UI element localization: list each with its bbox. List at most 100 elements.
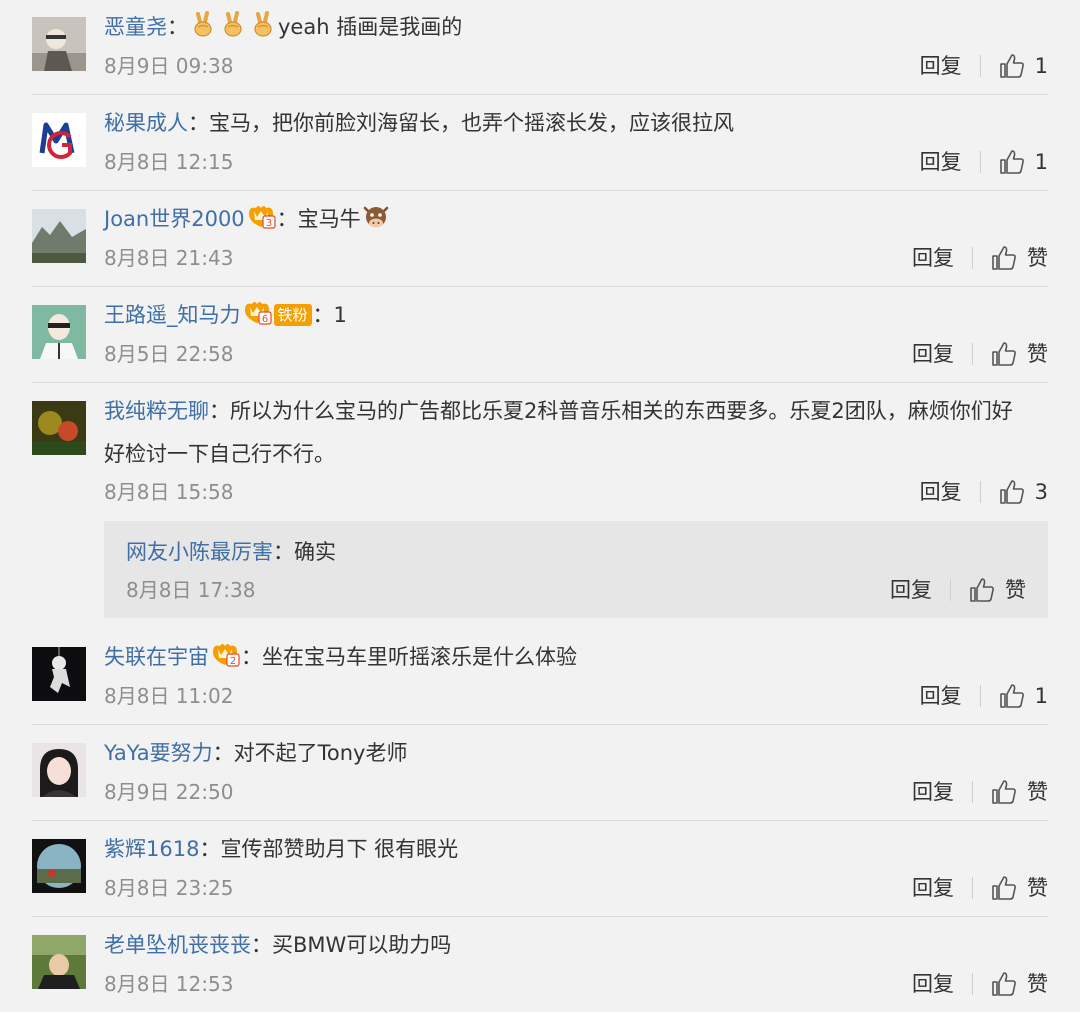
reply-button[interactable]: 回复	[912, 777, 954, 807]
like-count: 1	[1034, 54, 1048, 78]
divider	[979, 55, 981, 77]
reply-button[interactable]: 回复	[920, 477, 962, 507]
like-button[interactable]: 3	[999, 477, 1048, 507]
iron-fan-badge: 铁粉	[273, 304, 312, 326]
colon: ：	[188, 111, 209, 135]
divider	[979, 481, 981, 503]
thumbs-up-icon	[999, 683, 1025, 709]
like-label: 赞	[1027, 342, 1048, 366]
username-link[interactable]: YaYa要努力	[104, 741, 213, 765]
avatar[interactable]	[32, 209, 86, 263]
avatar[interactable]	[32, 743, 86, 797]
comment-line: 老单坠机丧丧丧：买BMW可以助力吗	[104, 928, 1049, 962]
comment-actions: 回复 赞	[912, 777, 1048, 807]
username-link[interactable]: Joan世界2000	[104, 207, 245, 231]
divider	[972, 877, 973, 899]
victory-hand-icon	[219, 10, 247, 38]
reply-actions: 回复 赞	[890, 575, 1026, 605]
avatar[interactable]	[32, 401, 86, 455]
username-link[interactable]: 老单坠机丧丧丧	[104, 933, 251, 957]
like-label: 赞	[1027, 780, 1048, 804]
username-link[interactable]: 秘果成人	[104, 111, 188, 135]
comment-actions: 回复 赞	[912, 873, 1048, 903]
divider	[979, 151, 981, 173]
comment-line: 我纯粹无聊：所以为什么宝马的广告都比乐夏2科普音乐相关的东西要多。乐夏2团队，麻…	[104, 394, 1049, 428]
comment-text: 对不起了Tony老师	[233, 741, 408, 765]
comment-line: 秘果成人：宝马，把你前脸刘海留长，也弄个摇滚长发，应该很拉风	[104, 106, 1049, 140]
separator	[32, 190, 1048, 191]
reply-button[interactable]: 回复	[920, 681, 962, 711]
username-link[interactable]: 我纯粹无聊	[104, 399, 209, 423]
cow-face-icon	[362, 202, 390, 230]
avatar[interactable]	[32, 935, 86, 989]
reply-button[interactable]: 回复	[912, 969, 954, 999]
reply-button[interactable]: 回复	[920, 51, 962, 81]
avatar[interactable]	[32, 113, 86, 167]
colon: ：	[241, 645, 262, 669]
separator	[32, 382, 1048, 383]
like-button[interactable]: 赞	[991, 339, 1048, 369]
avatar[interactable]	[32, 305, 86, 359]
comment-text: 1	[333, 303, 347, 327]
like-button[interactable]: 赞	[969, 575, 1026, 605]
timestamp: 8月8日 15:58	[104, 480, 234, 504]
like-label: 赞	[1005, 578, 1026, 602]
comment-actions: 回复 1	[920, 51, 1048, 81]
like-button[interactable]: 赞	[991, 243, 1048, 273]
reply-button[interactable]: 回复	[920, 147, 962, 177]
comment-line-2: 好检讨一下自己行不行。	[104, 437, 1049, 471]
separator	[32, 820, 1048, 821]
colon: ：	[199, 837, 221, 861]
reply-text: 确实	[294, 540, 336, 564]
like-button[interactable]: 1	[999, 681, 1048, 711]
reply-button[interactable]: 回复	[912, 243, 954, 273]
like-button[interactable]: 1	[999, 51, 1048, 81]
colon: ：	[212, 741, 234, 765]
separator	[32, 724, 1048, 725]
avatar[interactable]	[32, 647, 86, 701]
timestamp: 8月8日 12:15	[104, 150, 234, 174]
timestamp: 8月8日 12:53	[104, 972, 234, 996]
comment-actions: 回复 3	[920, 477, 1048, 507]
username-link[interactable]: 恶童尧	[104, 15, 167, 39]
victory-hand-icon	[189, 10, 217, 38]
comment-text: 宝马牛	[297, 207, 361, 231]
comment-actions: 回复 赞	[912, 969, 1048, 999]
thumbs-up-icon	[999, 479, 1025, 505]
reply-button[interactable]: 回复	[912, 339, 954, 369]
like-count: 3	[1034, 480, 1048, 504]
timestamp: 8月8日 21:43	[104, 246, 234, 270]
like-label: 赞	[1027, 876, 1048, 900]
comment-actions: 回复 1	[920, 147, 1048, 177]
thumbs-up-icon	[991, 779, 1017, 805]
comment-text: 宝马，把你前脸刘海留长，也弄个摇滚长发，应该很拉风	[209, 111, 734, 135]
badge-level: 3	[265, 218, 271, 229]
colon: ：	[312, 303, 334, 327]
like-button[interactable]: 赞	[991, 777, 1048, 807]
comment-text: 买BMW可以助力吗	[272, 933, 452, 957]
comment-feed: 恶童尧： yeah 插画是我画的 8月9日 09:38 回复 1 秘果成人：宝马，…	[0, 0, 1080, 1012]
thumbs-up-icon	[969, 577, 995, 603]
username-link[interactable]: 失联在宇宙	[104, 645, 209, 669]
separator	[32, 286, 1048, 287]
reply-button[interactable]: 回复	[912, 873, 954, 903]
like-button[interactable]: 1	[999, 147, 1048, 177]
colon: ：	[167, 15, 188, 39]
avatar[interactable]	[32, 17, 86, 71]
colon: ：	[273, 540, 294, 564]
timestamp: 8月8日 17:38	[126, 578, 256, 602]
avatar[interactable]	[32, 839, 86, 893]
timestamp: 8月8日 23:25	[104, 876, 234, 900]
like-button[interactable]: 赞	[991, 969, 1048, 999]
username-link[interactable]: 网友小陈最厉害	[126, 540, 273, 564]
separator	[32, 916, 1048, 917]
like-button[interactable]: 赞	[991, 873, 1048, 903]
comment-actions: 回复 赞	[912, 243, 1048, 273]
comment-text: yeah 插画是我画的	[278, 15, 463, 39]
reply-button[interactable]: 回复	[890, 575, 932, 605]
thumbs-up-icon	[991, 971, 1017, 997]
badge-level: 2	[230, 656, 236, 667]
username-link[interactable]: 王路遥_知马力	[104, 303, 241, 327]
comment-line: YaYa要努力：对不起了Tony老师	[104, 736, 1049, 770]
username-link[interactable]: 紫辉1618	[104, 837, 199, 861]
